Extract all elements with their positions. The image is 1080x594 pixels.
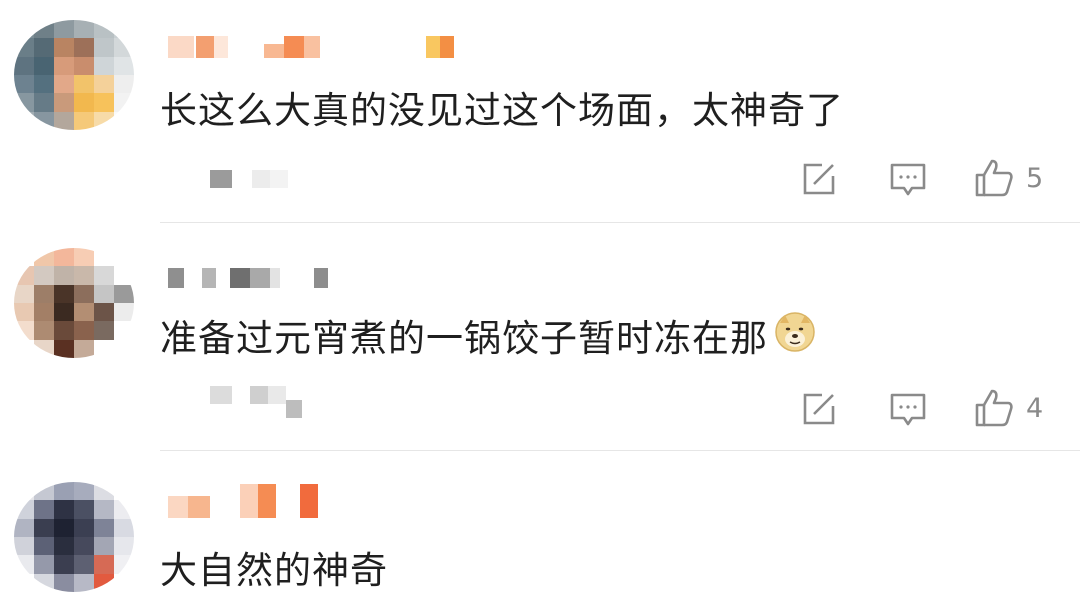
thumbs-up-icon — [975, 389, 1013, 427]
avatar[interactable] — [14, 248, 134, 358]
repost-icon — [803, 393, 835, 425]
avatar[interactable] — [14, 482, 134, 592]
avatar[interactable] — [14, 20, 134, 130]
comment-item: 大自然的神奇 — [0, 452, 1080, 594]
comment-text: 长这么大真的没见过这个场面，太神奇了 — [160, 89, 844, 132]
username-pixelated[interactable] — [168, 260, 328, 288]
comment-text: 大自然的神奇 — [160, 549, 388, 592]
doge-emoji — [774, 311, 816, 362]
divider — [160, 222, 1080, 223]
comment-item: 准备过元宵煮的一锅饺子暂时冻在那 4 — [0, 224, 1080, 452]
comment-icon — [890, 393, 926, 426]
repost-button[interactable] — [800, 390, 838, 428]
thumbs-up-icon — [975, 159, 1013, 197]
username-pixelated[interactable] — [168, 484, 318, 518]
timestamp-pixelated — [210, 170, 288, 188]
comment-item: 长这么大真的没见过这个场面，太神奇了 5 — [0, 0, 1080, 224]
like-count: 4 — [1026, 392, 1044, 424]
like-count: 5 — [1026, 162, 1044, 194]
reply-button[interactable] — [888, 390, 928, 430]
reply-button[interactable] — [888, 160, 928, 200]
username-pixelated[interactable] — [168, 30, 454, 58]
repost-icon — [803, 163, 835, 195]
comment-text-content: 准备过元宵煮的一锅饺子暂时冻在那 — [160, 317, 768, 360]
timestamp-pixelated — [210, 386, 302, 418]
divider — [160, 450, 1080, 451]
comment-text: 准备过元宵煮的一锅饺子暂时冻在那 — [160, 308, 816, 366]
comment-icon — [890, 163, 926, 196]
repost-button[interactable] — [800, 160, 838, 198]
like-button[interactable]: 4 — [974, 388, 1043, 428]
like-button[interactable]: 5 — [974, 158, 1043, 198]
